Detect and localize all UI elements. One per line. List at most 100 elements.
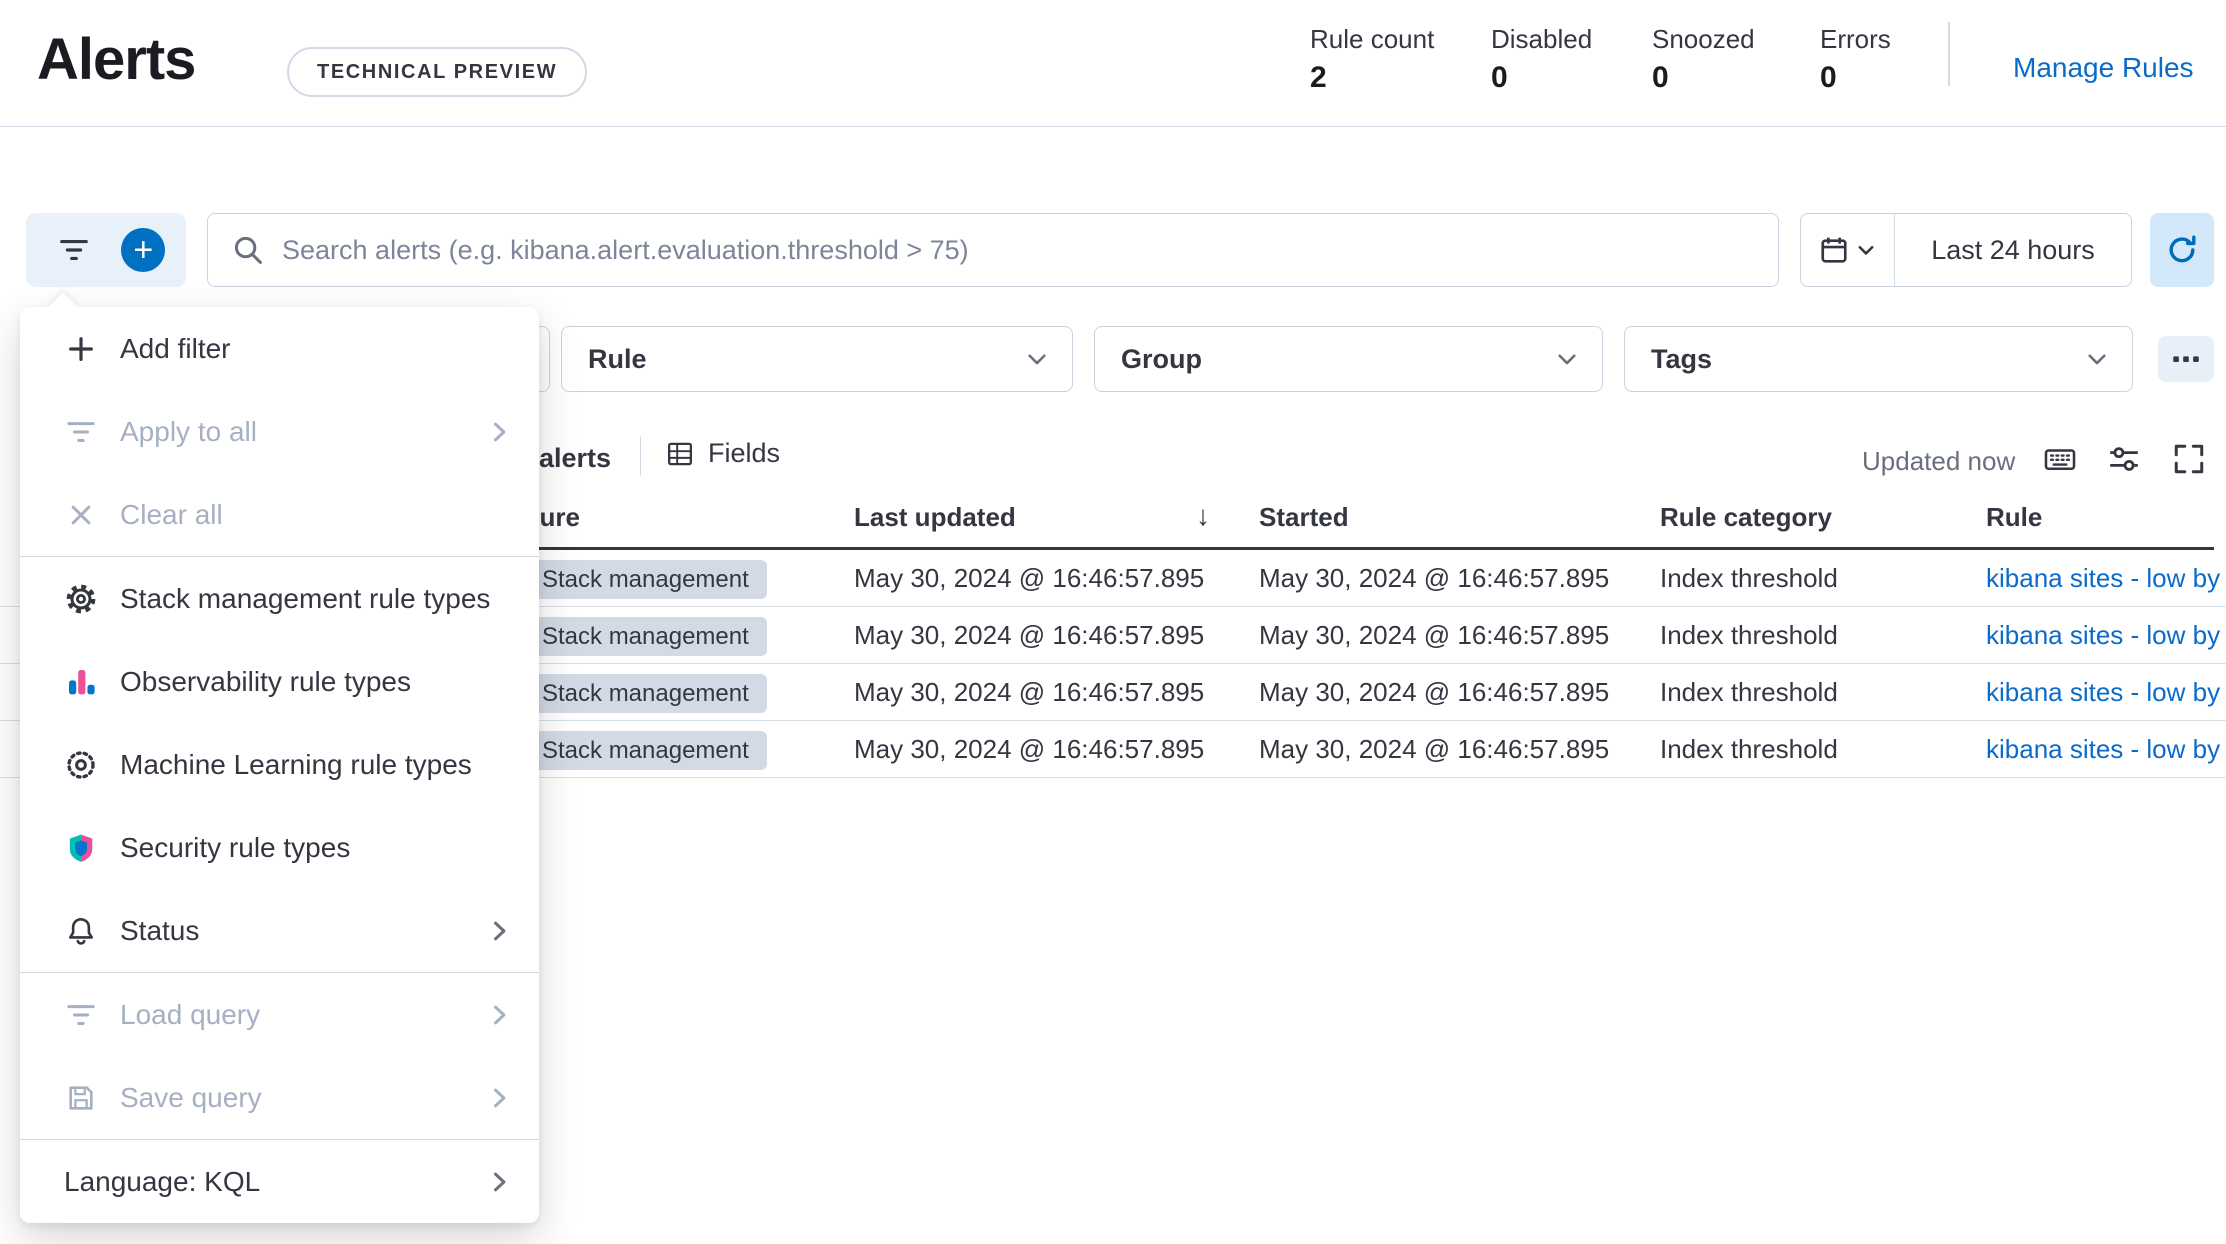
stat-value: 0 — [1820, 61, 1837, 94]
rule-filter-select[interactable]: Rule — [561, 326, 1073, 392]
feature-cell: Stack management — [524, 721, 767, 778]
rule-link[interactable]: kibana sites - low by — [1986, 721, 2226, 778]
filter-menu-button[interactable] — [47, 220, 101, 280]
more-filters-button[interactable] — [2158, 336, 2214, 382]
fields-grid-icon — [666, 440, 694, 468]
stat-label: Errors — [1820, 24, 1891, 54]
menu-item-machine-learning-rule-types[interactable]: Machine Learning rule types — [20, 723, 539, 806]
keyboard-shortcuts-icon[interactable] — [2043, 442, 2077, 476]
menu-section-rule-types: Stack management rule types Observabilit… — [20, 556, 539, 972]
alerts-count-label: alerts — [539, 443, 612, 473]
chevron-down-icon — [2084, 346, 2110, 372]
column-header-rule[interactable]: Rule — [1986, 502, 2042, 533]
stat-errors: Errors 0 — [1820, 24, 1891, 95]
header-rule — [0, 126, 2226, 127]
rule-link[interactable]: kibana sites - low by — [1986, 607, 2226, 664]
search-input[interactable] — [282, 234, 1754, 266]
rule-link[interactable]: kibana sites - low by — [1986, 664, 2226, 721]
rule-link[interactable]: kibana sites - low by — [1986, 550, 2226, 607]
stat-label: Rule count — [1310, 24, 1435, 54]
calendar-icon — [1819, 235, 1849, 265]
stat-rule-count: Rule count 2 — [1310, 24, 1434, 95]
menu-item-load-query[interactable]: Load query — [20, 973, 539, 1056]
add-filter-plus-button[interactable]: + — [121, 228, 166, 272]
menu-item-status[interactable]: Status — [20, 889, 539, 972]
chevron-right-icon — [485, 1168, 513, 1196]
boxes-horizontal-icon — [2171, 344, 2201, 374]
feature-cell: Stack management — [524, 664, 767, 721]
menu-section-language: Language: KQL — [20, 1139, 539, 1223]
time-range-label[interactable]: Last 24 hours — [1895, 214, 2131, 286]
stat-label: Disabled — [1491, 24, 1593, 54]
started-cell: May 30, 2024 @ 16:46:57.895 — [1259, 620, 1610, 650]
rule-category-cell: Index threshold — [1660, 734, 1838, 764]
menu-item-label: Status — [120, 914, 200, 946]
menu-item-label: Observability rule types — [120, 665, 412, 697]
rule-filter-label: Rule — [588, 343, 647, 374]
last-updated-cell: May 30, 2024 @ 16:46:57.895 — [854, 734, 1205, 764]
fields-button[interactable]: Fields — [666, 438, 780, 469]
search-bar — [207, 213, 1779, 287]
stat-snoozed: Snoozed 0 — [1652, 24, 1755, 95]
menu-item-label: Save query — [120, 1081, 262, 1113]
manage-rules-link[interactable]: Manage Rules — [2013, 52, 2194, 84]
alerts-page: Alerts TECHNICAL PREVIEW Rule count 2 Di… — [0, 0, 2226, 1244]
filter-icon — [64, 415, 98, 449]
refresh-button[interactable] — [2150, 213, 2214, 287]
menu-item-security-rule-types[interactable]: Security rule types — [20, 806, 539, 889]
menu-item-label: Load query — [120, 998, 261, 1030]
started-cell: May 30, 2024 @ 16:46:57.895 — [1259, 677, 1610, 707]
fullscreen-icon[interactable] — [2172, 442, 2206, 476]
plus-icon — [64, 332, 98, 366]
last-updated-cell: May 30, 2024 @ 16:46:57.895 — [854, 677, 1205, 707]
menu-item-save-query[interactable]: Save query — [20, 1056, 539, 1139]
chevron-right-icon — [485, 917, 513, 945]
stat-value: 2 — [1310, 61, 1327, 94]
rule-category-cell: Index threshold — [1660, 563, 1838, 593]
filter-icon — [59, 235, 89, 265]
menu-item-label: Apply to all — [120, 415, 257, 447]
page-title: Alerts — [37, 27, 196, 92]
menu-item-language-kql[interactable]: Language: KQL — [20, 1140, 539, 1223]
fields-button-label: Fields — [708, 438, 781, 468]
stat-value: 0 — [1491, 61, 1508, 94]
plus-icon: + — [133, 231, 154, 269]
tags-filter-select[interactable]: Tags — [1624, 326, 2133, 392]
header-divider — [1948, 22, 1950, 86]
date-picker: Last 24 hours — [1800, 213, 2132, 287]
menu-item-label: Clear all — [120, 498, 223, 530]
column-header-started[interactable]: Started — [1259, 502, 1349, 533]
menu-item-label: Stack management rule types — [120, 582, 491, 614]
menu-item-stack-management-rule-types[interactable]: Stack management rule types — [20, 557, 539, 640]
last-updated-cell: May 30, 2024 @ 16:46:57.895 — [854, 620, 1205, 650]
chevron-down-icon — [1024, 346, 1050, 372]
chevron-right-icon — [485, 1084, 513, 1112]
feature-badge: Stack management — [524, 560, 767, 599]
display-options-icon[interactable] — [2107, 442, 2141, 476]
feature-badge: Stack management — [524, 731, 767, 770]
toolbar-divider — [640, 436, 641, 476]
started-cell: May 30, 2024 @ 16:46:57.895 — [1259, 563, 1610, 593]
chevron-right-icon — [485, 1001, 513, 1029]
save-icon — [64, 1081, 98, 1115]
menu-item-clear-all[interactable]: Clear all — [20, 473, 539, 556]
feature-badge: Stack management — [524, 617, 767, 656]
menu-item-apply-to-all[interactable]: Apply to all — [20, 390, 539, 473]
search-icon — [232, 234, 264, 266]
menu-item-add-filter[interactable]: Add filter — [20, 307, 539, 390]
machine-learning-icon — [64, 748, 98, 782]
menu-item-label: Machine Learning rule types — [120, 748, 472, 780]
group-filter-select[interactable]: Group — [1094, 326, 1603, 392]
cross-icon — [64, 498, 98, 532]
column-header-rule-category[interactable]: Rule category — [1660, 502, 1832, 533]
rule-category-cell: Index threshold — [1660, 677, 1838, 707]
menu-section-queries: Load query Save query — [20, 972, 539, 1139]
feature-cell: Stack management — [524, 607, 767, 664]
security-shield-icon — [64, 831, 98, 865]
sort-descending-icon[interactable]: ↓ — [1196, 500, 1210, 532]
menu-item-observability-rule-types[interactable]: Observability rule types — [20, 640, 539, 723]
refresh-icon — [2166, 234, 2198, 266]
column-header-last-updated[interactable]: Last updated — [854, 502, 1016, 533]
date-quick-select-button[interactable] — [1801, 214, 1895, 286]
menu-item-label: Language: KQL — [64, 1165, 261, 1197]
